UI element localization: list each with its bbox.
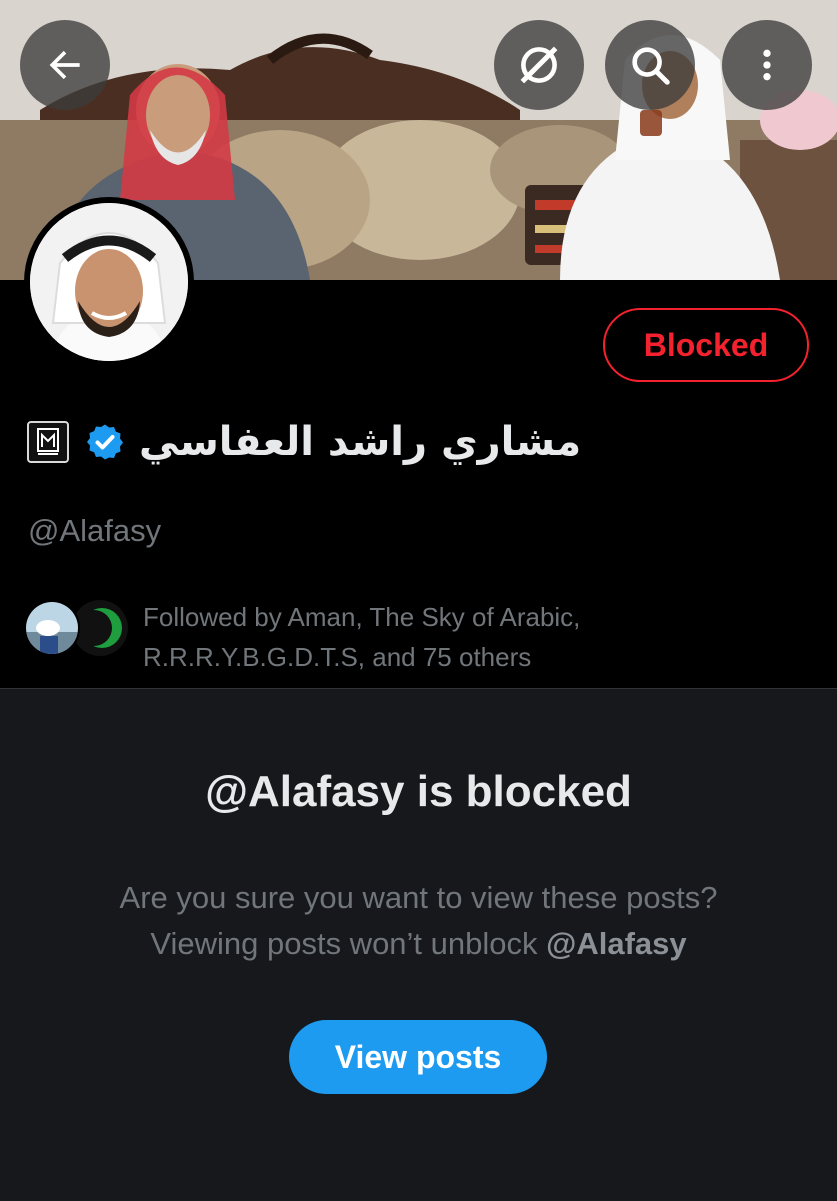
search-icon — [632, 47, 670, 85]
profile-handle: @Alafasy — [28, 513, 162, 548]
grok-icon — [520, 46, 558, 84]
search-button[interactable] — [605, 20, 695, 110]
arrow-left-icon — [49, 50, 80, 80]
more-button[interactable] — [722, 20, 812, 110]
blocked-notice: @Alafasy is blocked Are you sure you wan… — [0, 688, 837, 1201]
blocked-title: @Alafasy is blocked — [205, 767, 632, 816]
avatar-image — [30, 203, 188, 361]
blocked-description-handle: @Alafasy — [546, 926, 687, 961]
blocked-description-prefix: Viewing posts won’t unblock — [150, 926, 547, 961]
follower-avatar-1 — [24, 600, 80, 656]
profile-name-row: مشاري راشد العفاسي — [27, 410, 581, 474]
followed-by[interactable]: Followed by Aman, The Sky of Arabic, R.R… — [24, 597, 814, 672]
blocked-description: Are you sure you want to view these post… — [0, 875, 837, 967]
grok-button[interactable] — [494, 20, 584, 110]
back-button[interactable] — [20, 20, 110, 110]
blocked-button[interactable]: Blocked — [603, 308, 809, 382]
profile-avatar[interactable] — [24, 197, 194, 367]
blocked-description-line1: Are you sure you want to view these post… — [119, 880, 718, 915]
more-vertical-icon — [763, 49, 771, 81]
affiliate-badge-icon[interactable] — [27, 421, 69, 463]
follower-avatar-2 — [72, 600, 128, 656]
followed-by-text: Followed by Aman, The Sky of Arabic, R.R… — [143, 602, 581, 672]
blocked-description-line2: Viewing posts won’t unblock @Alafasy — [0, 921, 837, 967]
verified-badge-icon[interactable] — [85, 422, 125, 462]
view-posts-button[interactable]: View posts — [289, 1020, 547, 1094]
display-name: مشاري راشد العفاسي — [139, 419, 582, 465]
